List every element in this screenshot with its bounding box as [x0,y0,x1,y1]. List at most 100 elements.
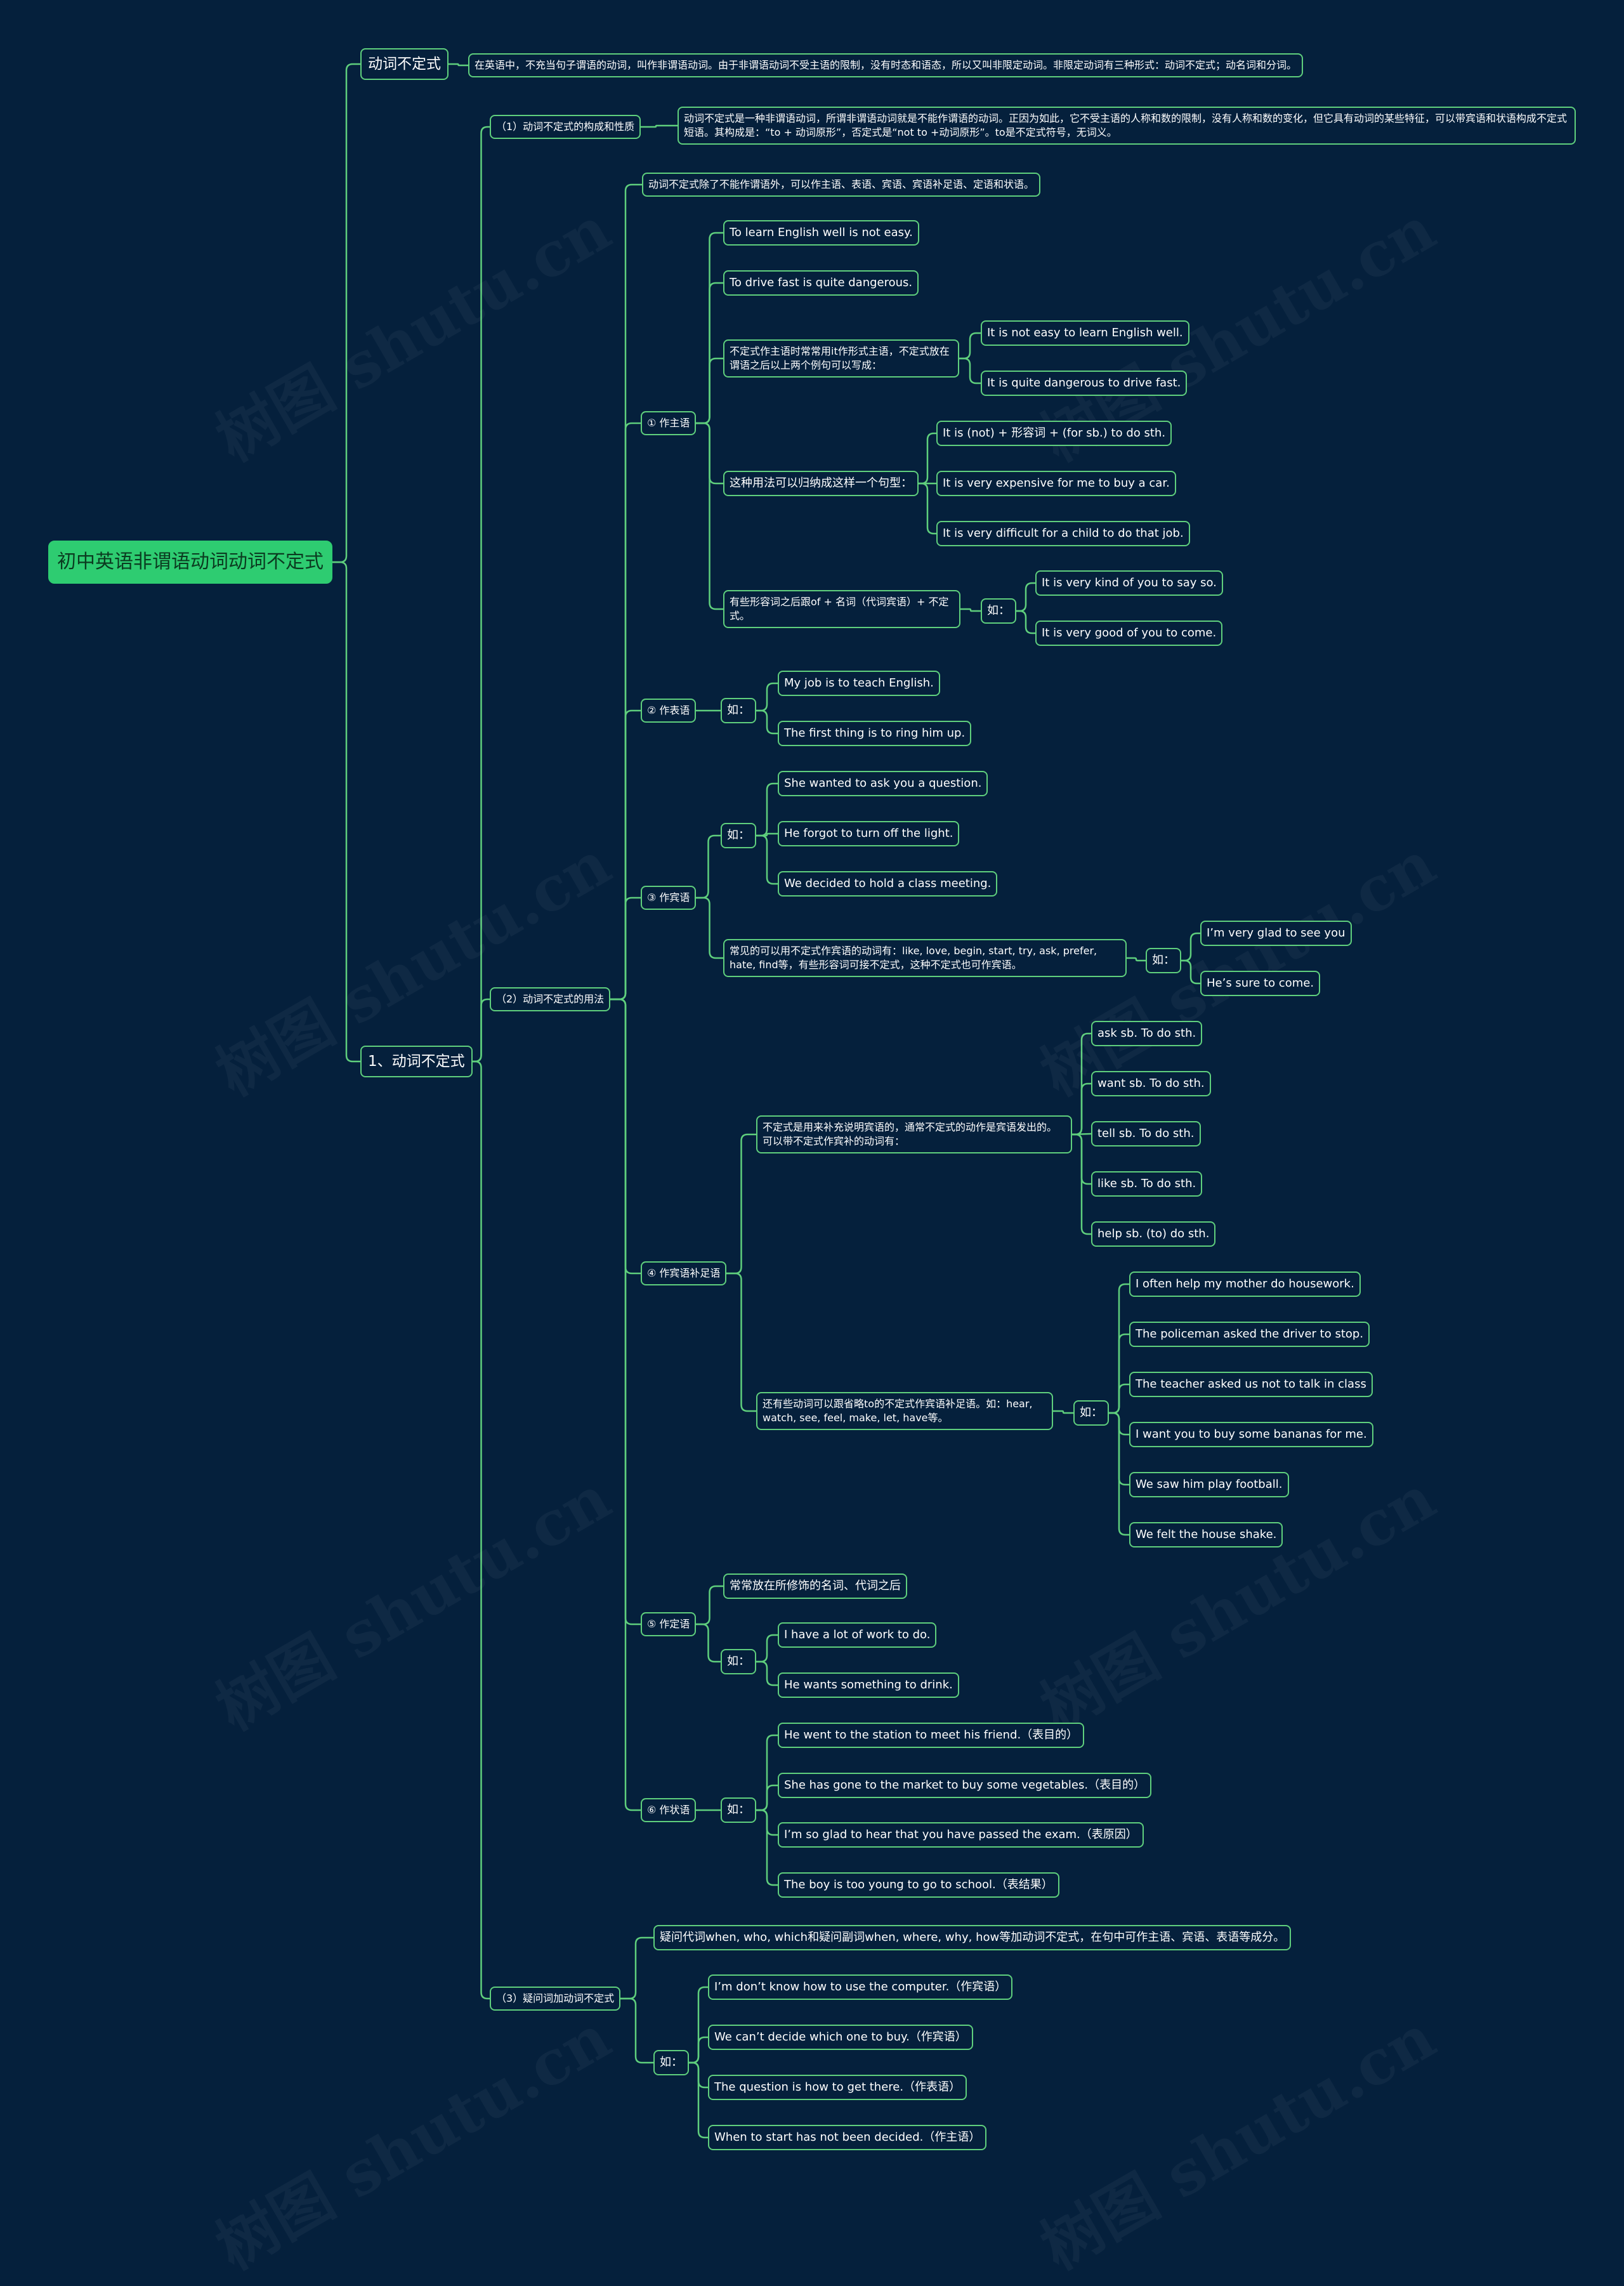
usage-object-complement[interactable]: ④ 作宾语补足语 [641,1261,727,1285]
example[interactable]: He wants something to drink. [778,1672,959,1698]
example[interactable]: The question is how to get there.（作表语） [708,2075,967,2100]
example[interactable]: He forgot to turn off the light. [778,821,960,846]
example[interactable]: To drive fast is quite dangerous. [723,270,919,296]
connector-s3-ru-s3c [756,834,778,885]
usage-intro[interactable]: 动词不定式除了不能作谓语外，可以作主语、表语、宾语、宾语补足语、定语和状语。 [642,173,1041,197]
verb-pattern[interactable]: ask sb. To do sth. [1091,1021,1203,1046]
connector-s4-s4a [726,1133,756,1275]
example-label[interactable]: 如： [721,1649,756,1674]
example-label[interactable]: 如： [1073,1400,1109,1426]
connector-s4-s4b [726,1272,756,1412]
connector-s5-ru-s5b2 [756,1660,778,1686]
usage-attributive[interactable]: ⑤ 作定语 [641,1612,697,1636]
topic-infinitive[interactable]: 动词不定式 [360,48,449,80]
example[interactable]: I often help my mother do housework. [1129,1271,1361,1297]
connector-b3-b3-ru [620,1997,653,2064]
example[interactable]: The teacher asked us not to talk in clas… [1129,1372,1373,1397]
example[interactable]: It is very good of you to come. [1035,621,1223,646]
verb-pattern[interactable]: like sb. To do sth. [1091,1171,1203,1197]
usage-subject[interactable]: ① 作主语 [641,411,697,435]
usage-object[interactable]: ③ 作宾语 [641,886,697,910]
connector-s2-ru-s2a [756,682,778,712]
example[interactable]: It is not easy to learn English well. [981,320,1189,346]
subtopic-wh-infinitive[interactable]: （3）疑问词加动词不定式 [490,1987,621,2011]
connector-s2-ru-s2b [756,709,778,735]
connector-root-b [332,561,360,1063]
connector-s1-s1e [696,422,723,610]
example-label[interactable]: 如： [981,598,1016,624]
connector-s3d-ru-s3d2 [1181,959,1200,985]
connector-s4b-ru-s4b6 [1109,1412,1129,1536]
example[interactable]: When to start has not been decided.（作主语） [708,2125,987,2150]
bare-infinitive-note[interactable]: 还有些动词可以跟省略to的不定式作宾语补足语。如：hear, watch, se… [756,1392,1053,1430]
connector-s3-ru-s3a [756,782,778,837]
example[interactable]: I want you to buy some bananas for me. [1129,1422,1373,1447]
example[interactable]: It is quite dangerous to drive fast. [981,371,1188,396]
connector-b3-ru-b3b2 [689,2036,708,2064]
connector-s4b-s4b-ru [1053,1410,1073,1414]
adjective-of-note[interactable]: 有些形容词之后跟of + 名词（代词宾语）+ 不定式。 [723,590,960,628]
connector-a-a1 [449,63,468,67]
verb-pattern[interactable]: help sb. (to) do sth. [1091,1221,1216,1247]
example[interactable]: The policeman asked the driver to stop. [1129,1322,1370,1347]
attributive-note[interactable]: 常常放在所修饰的名词、代词之后 [723,1573,907,1599]
topic-infinitive-section[interactable]: 1、动词不定式 [360,1046,473,1077]
connector-s1e-s1e-ru [960,608,981,612]
example[interactable]: The boy is too young to go to school.（表结… [778,1872,1059,1898]
connector-s4a-s4a2 [1072,1082,1091,1136]
object-complement-note[interactable]: 不定式是用来补充说明宾语的，通常不定式的动作是宾语发出的。可以带不定式作宾补的动… [756,1115,1072,1153]
example[interactable]: We saw him play football. [1129,1472,1289,1497]
sentence-pattern[interactable]: It is (not) + 形容词 + (for sb.) to do sth. [936,421,1172,446]
example[interactable]: I’m very glad to see you [1200,921,1352,946]
connector-b1-b1a [641,124,678,128]
usage-predicative[interactable]: ② 作表语 [641,699,697,723]
infinitive-definition[interactable]: 在英语中，不充当句子谓语的动词，叫作非谓语动词。由于非谓语动词不受主语的限制，没… [468,53,1304,77]
wh-infinitive-note[interactable]: 疑问代词when, who, which和疑问副词when, where, wh… [653,1925,1292,1950]
example-label[interactable]: 如： [721,1797,756,1823]
example[interactable]: It is very expensive for me to buy a car… [936,471,1176,496]
example[interactable]: He went to the station to meet his frien… [778,1723,1085,1748]
example[interactable]: I’m don’t know how to use the computer.（… [708,1974,1013,2000]
example-label[interactable]: 如： [653,2050,689,2075]
connector-s6-ru-s6d [756,1809,778,1886]
connector-b3-b3a [620,1936,653,2000]
connector-s6-ru-s6b [756,1784,778,1811]
connector-s3d-ru-s3d1 [1181,932,1200,962]
connector-lines [332,63,1200,2139]
formation-description[interactable]: 动词不定式是一种非谓语动词，所谓非谓语动词就是不能作谓语的动词。正因为如此，它不… [678,107,1576,145]
connector-s5-ru-s5b1 [756,1634,778,1663]
example[interactable]: He’s sure to come. [1200,971,1321,996]
example[interactable]: My job is to teach English. [778,671,940,696]
common-object-verbs-note[interactable]: 常见的可以用不定式作宾语的动词有：like, love, begin, star… [723,939,1127,977]
verb-pattern[interactable]: want sb. To do sth. [1091,1071,1211,1096]
example[interactable]: She has gone to the market to buy some v… [778,1773,1152,1798]
example[interactable]: I’m so glad to hear that you have passed… [778,1822,1144,1848]
example[interactable]: We decided to hold a class meeting. [778,871,998,897]
root-topic[interactable]: 初中英语非谓语动词动词不定式 [48,541,332,584]
usage-adverbial[interactable]: ⑥ 作状语 [641,1798,697,1822]
example[interactable]: It is very kind of you to say so. [1035,570,1223,596]
connector-b2-s6 [610,998,641,1811]
example-label[interactable]: 如： [721,823,756,848]
it-formal-subject-note[interactable]: 不定式作主语时常常用it作形式主语，不定式放在谓语之后以上两个例句可以写成： [723,339,959,378]
connector-b-b3 [473,1060,490,2000]
example-label[interactable]: 如： [1146,948,1181,973]
sentence-pattern-note[interactable]: 这种用法可以归纳成这样一个句型： [723,471,919,496]
example[interactable]: We can’t decide which one to buy.（作宾语） [708,2025,973,2050]
verb-pattern[interactable]: tell sb. To do sth. [1091,1121,1201,1146]
example[interactable]: The first thing is to ring him up. [778,721,972,746]
connector-s1e-ru-s1e1 [1016,582,1035,612]
example[interactable]: To learn English well is not easy. [723,220,919,246]
example[interactable]: I have a lot of work to do. [778,1622,937,1648]
connector-b-b1 [473,126,490,1063]
example-label[interactable]: 如： [721,698,756,723]
connector-s3-s3-ru [696,834,721,899]
subtopic-formation[interactable]: （1）动词不定式的构成和性质 [490,115,641,139]
connector-b-b2 [473,998,490,1063]
example[interactable]: She wanted to ask you a question. [778,771,988,796]
example[interactable]: It is very difficult for a child to do t… [936,521,1190,546]
example[interactable]: We felt the house shake. [1129,1522,1283,1547]
subtopic-usage[interactable]: （2）动词不定式的用法 [490,987,611,1011]
connector-s4b-ru-s4b3 [1109,1383,1129,1414]
connector-b3-ru-b3b4 [689,2061,708,2139]
